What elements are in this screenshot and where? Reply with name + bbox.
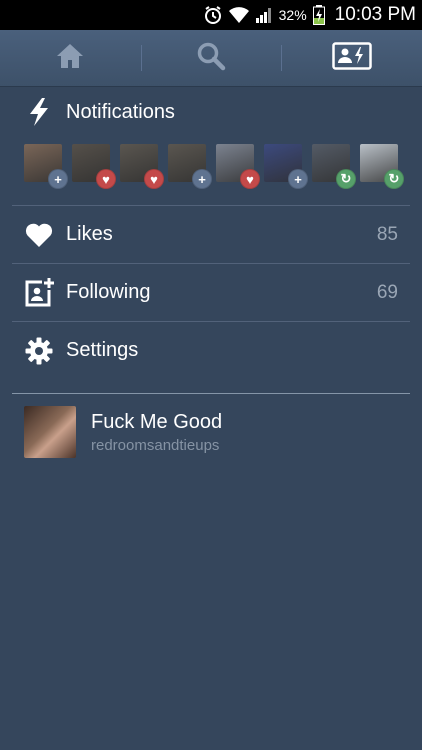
gear-icon [24,336,54,366]
blog-item[interactable]: Fuck Me Good redroomsandtieups [24,406,422,458]
likes-count: 85 [376,223,398,245]
like-badge-icon: ♥ [240,169,260,189]
reblog-badge-icon: ↻ [336,169,356,189]
likes-label: Likes [66,223,113,245]
notifications-section: Notifications + ♥ ♥ + ♥ + ↻ ↻ [12,86,410,206]
notification-avatar[interactable]: ↻ [360,144,404,189]
blog-name: redroomsandtieups [91,436,220,454]
notification-avatar[interactable]: + [264,144,308,189]
signal-icon [255,6,273,24]
reblog-badge-icon: ↻ [384,169,404,189]
following-count: 69 [376,281,398,303]
notification-avatars: + ♥ ♥ + ♥ + ↻ ↻ [24,144,410,189]
following-row[interactable]: Following 69 [12,264,410,322]
tab-activity[interactable] [281,30,422,86]
activity-icon [331,41,372,75]
wifi-icon [228,6,249,24]
follow-badge-icon: + [48,169,68,189]
like-badge-icon: ♥ [96,169,116,189]
divider [12,393,410,394]
like-badge-icon: ♥ [144,169,164,189]
search-icon [196,41,226,76]
status-bar: 32% 10:03 PM [0,0,422,30]
tab-home[interactable] [0,30,141,86]
lightning-icon [24,97,54,127]
blog-avatar [24,406,76,458]
blog-title: Fuck Me Good [91,410,223,433]
home-icon [55,41,85,76]
likes-row[interactable]: Likes 85 [12,206,410,264]
notification-avatar[interactable]: ↻ [312,144,356,189]
alarm-icon [203,5,223,25]
notifications-header[interactable]: Notifications [12,86,410,138]
notification-avatar[interactable]: ♥ [216,144,260,189]
battery-charging-icon [312,5,325,25]
activity-menu: Notifications + ♥ ♥ + ♥ + ↻ ↻ Likes 85 Followin… [0,86,422,458]
top-navigation [0,30,422,87]
following-label: Following [66,281,151,303]
heart-icon [24,220,54,250]
follow-badge-icon: + [288,169,308,189]
notification-avatar[interactable]: + [24,144,68,189]
battery-percent: 32% [278,7,307,23]
notifications-label: Notifications [66,100,175,123]
tab-search[interactable] [140,30,282,86]
settings-row[interactable]: Settings [12,322,410,379]
clock: 10:03 PM [334,4,416,25]
settings-label: Settings [66,339,139,361]
following-icon [24,277,54,308]
notification-avatar[interactable]: ♥ [72,144,116,189]
notification-avatar[interactable]: + [168,144,212,189]
notification-avatar[interactable]: ♥ [120,144,164,189]
follow-badge-icon: + [192,169,212,189]
